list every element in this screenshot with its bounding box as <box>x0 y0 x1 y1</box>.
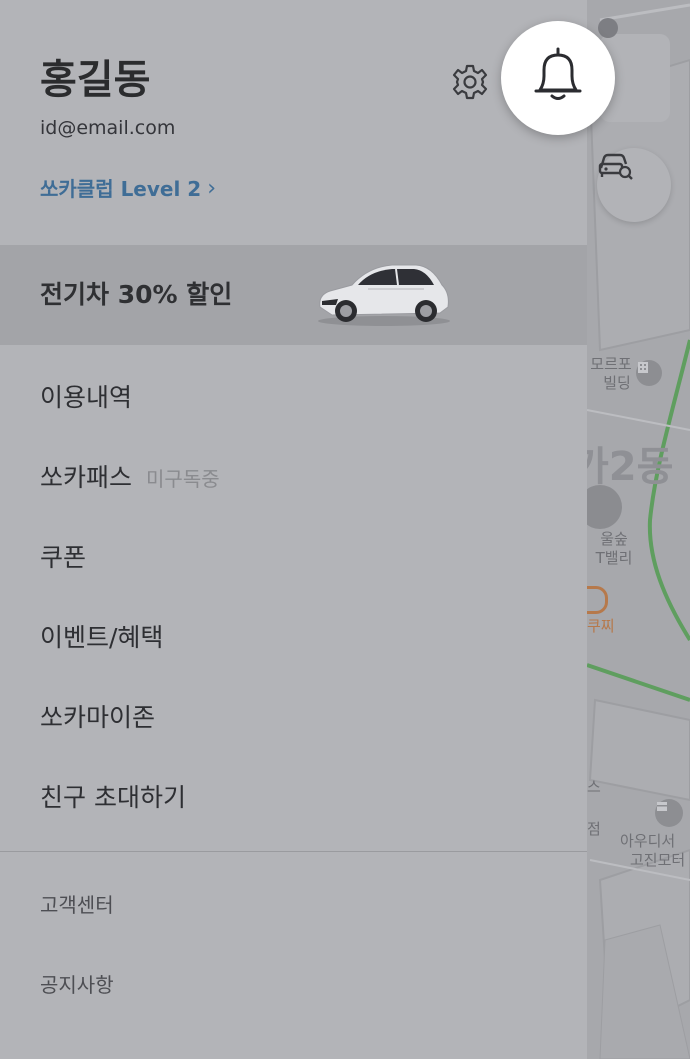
menu-item-socar-pass[interactable]: 쏘카패스 미구독중 <box>40 461 220 496</box>
ev-discount-banner[interactable]: 전기차 30% 할인 <box>0 245 587 345</box>
divider <box>0 851 587 852</box>
menu-item-label: 쿠폰 <box>40 543 87 572</box>
menu-item-label: 고객센터 <box>40 893 114 917</box>
building-icon <box>636 360 662 386</box>
menu-item-events[interactable]: 이벤트/혜택 <box>40 621 163 655</box>
promo-text: 전기차 30% 할인 <box>40 280 233 309</box>
map-label: 점 <box>587 820 601 838</box>
map-marker-icon <box>598 18 618 38</box>
map-label: 쿠찌 <box>587 617 615 635</box>
menu-item-coupon[interactable]: 쿠폰 <box>40 541 86 575</box>
map-label: 모르포 빌딩 <box>590 355 632 392</box>
side-drawer: 홍길동 id@email.com 쏘카클럽 Level 2 › 전기차 30% … <box>0 0 587 1059</box>
car-image <box>312 257 452 333</box>
menu-item-my-zone[interactable]: 쏘카마이존 <box>40 701 155 735</box>
subscription-status: 미구독중 <box>146 467 220 491</box>
map-label: 울숲 T밸리 <box>595 530 633 567</box>
menu-item-label: 이벤트/혜택 <box>40 623 164 652</box>
map-district-label: 가2동 <box>572 444 674 490</box>
map-label: 스 <box>587 778 601 796</box>
club-level-link[interactable]: 쏘카클럽 Level 2 › <box>40 174 216 204</box>
menu-item-label: 친구 초대하기 <box>40 783 186 812</box>
menu-item-label: 공지사항 <box>40 973 114 997</box>
user-email: id@email.com <box>40 117 176 139</box>
menu-item-label: 쏘카마이존 <box>40 703 156 732</box>
bell-icon <box>530 46 586 110</box>
map-pin-icon <box>587 586 608 614</box>
menu-item-label: 쏘카패스 <box>40 463 133 492</box>
menu-item-usage-history[interactable]: 이용내역 <box>40 381 132 415</box>
menu-item-notices[interactable]: 공지사항 <box>40 970 114 1000</box>
gear-icon[interactable] <box>450 62 490 102</box>
map-label: 아우디서 고진모터 <box>620 832 686 869</box>
menu-item-customer-center[interactable]: 고객센터 <box>40 890 114 920</box>
menu-item-invite-friends[interactable]: 친구 초대하기 <box>40 781 186 815</box>
chevron-right-icon: › <box>207 176 217 201</box>
menu-item-label: 이용내역 <box>40 383 133 412</box>
notification-button[interactable] <box>501 21 615 135</box>
car-search-button[interactable] <box>597 148 671 222</box>
shop-icon <box>655 799 683 827</box>
club-level-label: 쏘카클럽 Level 2 <box>40 177 202 201</box>
user-name: 홍길동 <box>40 57 151 103</box>
